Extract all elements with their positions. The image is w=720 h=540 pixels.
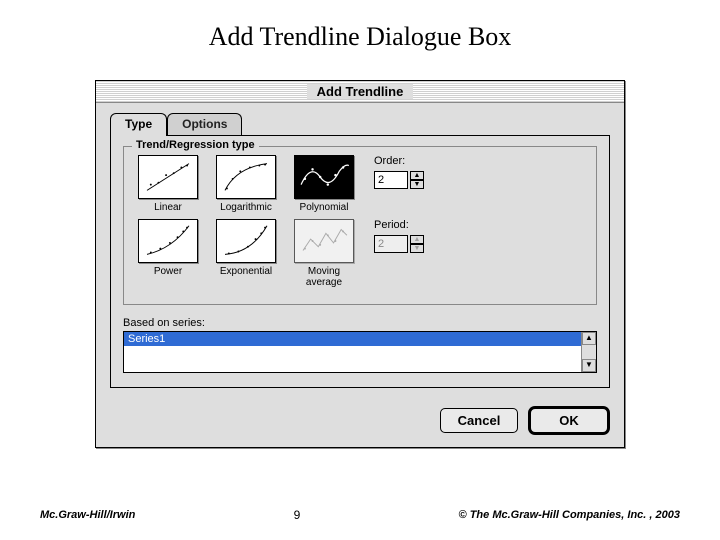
period-step-down: ▼ <box>410 244 424 253</box>
polynomial-thumb-icon <box>294 155 354 199</box>
exponential-thumb-icon <box>216 219 276 263</box>
tab-panel-type: Trend/Regression type Linear <box>110 135 610 388</box>
listbox-scrollbar[interactable]: ▲ ▼ <box>581 332 596 372</box>
series-listbox[interactable]: Series1 ▲ ▼ <box>123 331 597 373</box>
slide-footer: Mc.Graw-Hill/Irwin 9 © The Mc.Graw-Hill … <box>0 508 720 522</box>
moving-avg-thumb-icon <box>294 219 354 263</box>
scroll-up-icon[interactable]: ▲ <box>582 332 596 345</box>
trend-label: Linear <box>154 202 182 213</box>
ok-button[interactable]: OK <box>530 408 608 433</box>
order-step-up[interactable]: ▲ <box>410 171 424 180</box>
tab-options[interactable]: Options <box>167 113 242 135</box>
trend-label: Logarithmic <box>220 202 272 213</box>
period-label: Period: <box>374 219 424 231</box>
trend-option-logarithmic[interactable]: Logarithmic <box>212 155 280 213</box>
dialog-title: Add Trendline <box>307 84 414 99</box>
trend-label: Power <box>154 266 182 277</box>
trend-option-linear[interactable]: Linear <box>134 155 202 213</box>
trend-option-exponential[interactable]: Exponential <box>212 219 280 277</box>
order-input[interactable] <box>374 171 408 189</box>
log-thumb-icon <box>216 155 276 199</box>
cancel-button[interactable]: Cancel <box>440 408 518 433</box>
period-input <box>374 235 408 253</box>
add-trendline-dialog: Add Trendline Type Options Trend/Regress… <box>95 80 625 448</box>
trend-option-polynomial[interactable]: Polynomial <box>290 155 358 213</box>
order-step-down[interactable]: ▼ <box>410 180 424 189</box>
trend-option-power[interactable]: Power <box>134 219 202 277</box>
trend-option-moving-average[interactable]: Moving average <box>290 219 358 288</box>
slide-title: Add Trendline Dialogue Box <box>0 0 720 66</box>
footer-left: Mc.Graw-Hill/Irwin <box>40 509 135 521</box>
based-on-label: Based on series: <box>123 317 597 329</box>
footer-page-number: 9 <box>294 508 301 522</box>
trend-type-legend: Trend/Regression type <box>132 139 259 151</box>
trend-label: Polynomial <box>300 202 349 213</box>
scroll-down-icon[interactable]: ▼ <box>582 359 596 372</box>
order-label: Order: <box>374 155 424 167</box>
dialog-button-row: Cancel OK <box>96 398 624 447</box>
tab-strip: Type Options <box>96 103 624 135</box>
trend-label: Moving average <box>306 266 342 288</box>
period-step-up: ▲ <box>410 235 424 244</box>
trend-type-group: Trend/Regression type Linear <box>123 146 597 305</box>
period-control: Period: ▲ ▼ <box>374 219 424 253</box>
list-item[interactable]: Series1 <box>124 332 596 346</box>
linear-thumb-icon <box>138 155 198 199</box>
based-on-section: Based on series: Series1 ▲ ▼ <box>123 317 597 373</box>
power-thumb-icon <box>138 219 198 263</box>
footer-right: © The Mc.Graw-Hill Companies, Inc. , 200… <box>459 509 680 521</box>
order-control: Order: ▲ ▼ <box>374 155 424 189</box>
tab-type[interactable]: Type <box>110 113 167 136</box>
dialog-titlebar[interactable]: Add Trendline <box>96 81 624 103</box>
trend-label: Exponential <box>220 266 272 277</box>
